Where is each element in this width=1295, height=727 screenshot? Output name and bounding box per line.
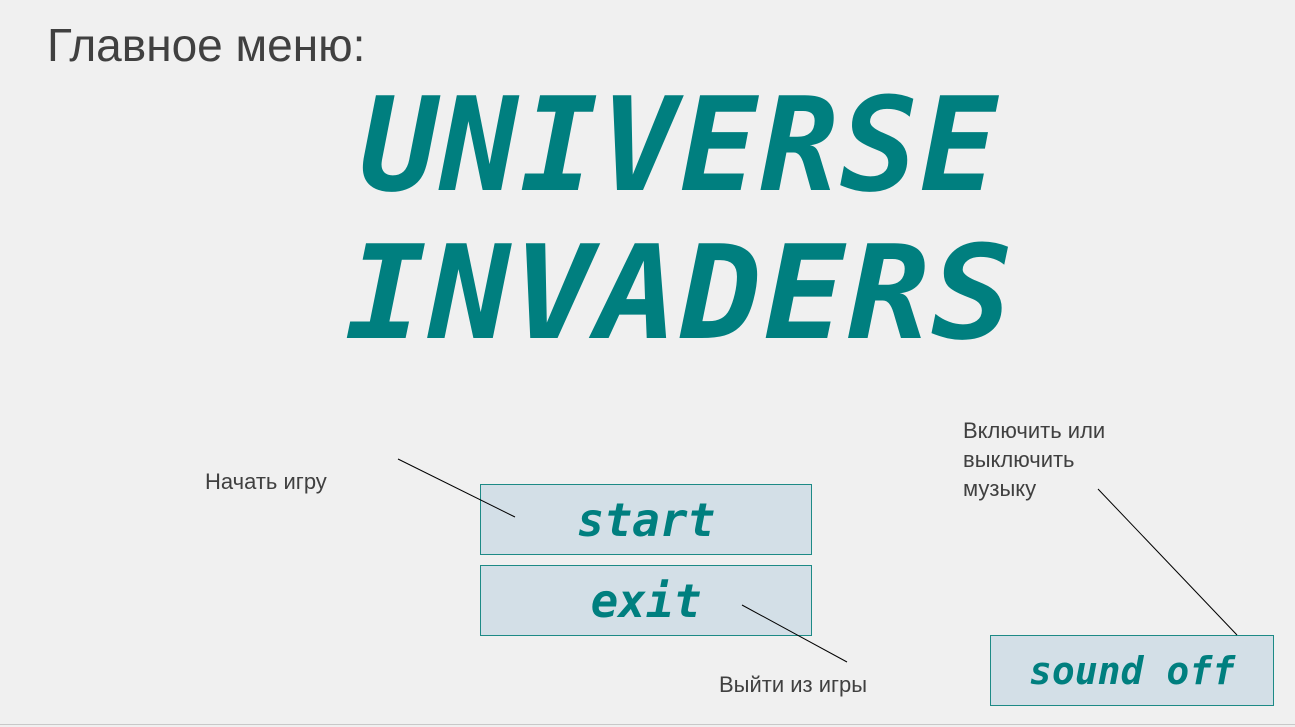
exit-button[interactable]: exit	[480, 565, 812, 636]
exit-annotation: Выйти из игры	[719, 672, 868, 697]
sound-button-label: sound off	[1029, 648, 1235, 693]
game-logo-graphic: UNIVERSE INVADERS	[345, 70, 1015, 360]
start-annotation: Начать игру	[205, 469, 327, 494]
slide-bottom-rule	[0, 724, 1295, 725]
sound-annotation-line-2: выключить	[963, 447, 1075, 472]
start-button[interactable]: start	[480, 484, 812, 555]
start-button-label: start	[576, 492, 716, 547]
sound-toggle-button[interactable]: sound off	[990, 635, 1274, 706]
slide-title: Главное меню:	[47, 19, 366, 71]
sound-annotation-line-1: Включить или	[963, 418, 1106, 443]
sound-annotation-line-3: музыку	[963, 476, 1037, 501]
logo-line-1: UNIVERSE	[360, 70, 1000, 221]
exit-button-label: exit	[590, 573, 702, 628]
logo-line-2: INVADERS	[345, 217, 1015, 360]
game-logo: UNIVERSE INVADERS	[330, 70, 1030, 360]
sound-leader-line	[1097, 488, 1238, 636]
sound-annotation: Включить или выключить музыку	[963, 416, 1183, 503]
